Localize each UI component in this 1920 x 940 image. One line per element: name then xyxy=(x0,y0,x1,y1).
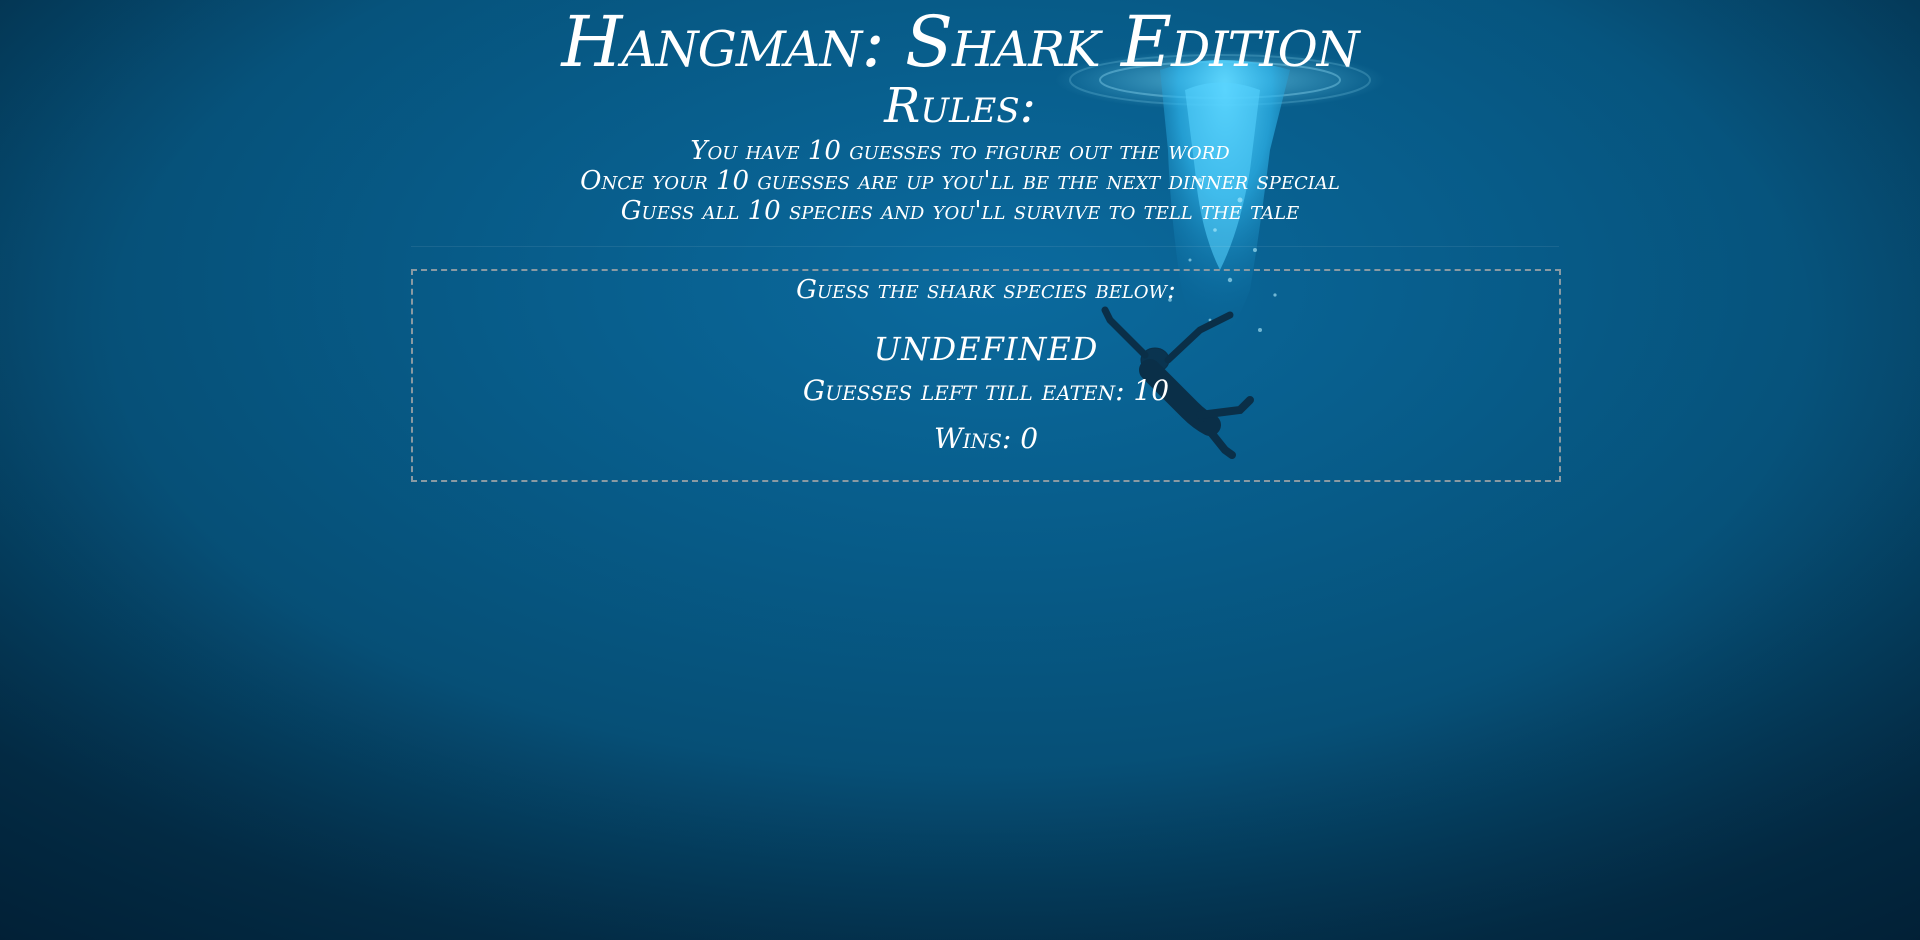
game-panel: Guess the shark species below: undefined… xyxy=(411,269,1561,482)
guesses-remaining: Guesses left till eaten: 10 xyxy=(802,374,1170,407)
rule-item: You have 10 guesses to figure out the wo… xyxy=(690,136,1230,166)
hidden-word-display: undefined xyxy=(873,317,1099,371)
rule-item: Guess all 10 species and you'll survive … xyxy=(620,196,1300,226)
rules-heading: Rules: xyxy=(884,78,1036,134)
rule-item: Once your 10 guesses are up you'll be th… xyxy=(580,166,1340,196)
header-divider xyxy=(411,246,1559,247)
rules-list: You have 10 guesses to figure out the wo… xyxy=(0,136,1920,226)
wins-counter: Wins: 0 xyxy=(933,422,1039,455)
guess-prompt: Guess the shark species below: xyxy=(796,275,1176,305)
page-title: Hangman: Shark Edition xyxy=(561,1,1359,83)
page-header: Hangman: Shark Edition Rules: You have 1… xyxy=(0,0,1920,226)
